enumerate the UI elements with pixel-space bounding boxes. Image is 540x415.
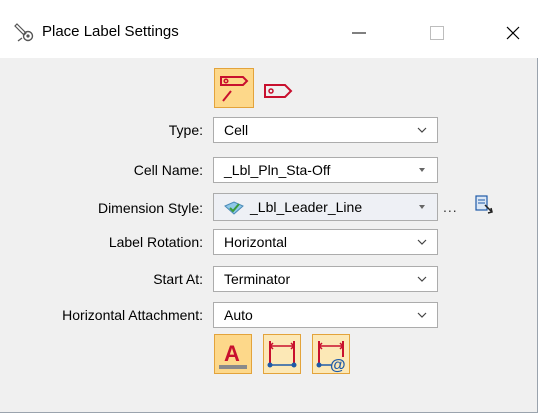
horizontal-attachment-label: Horizontal Attachment: xyxy=(62,307,203,323)
place-label-settings-dialog: Place Label Settings Type: Cell Cell Nam… xyxy=(0,0,538,413)
dimension-at-button[interactable]: @ xyxy=(312,334,350,374)
dimension-icon xyxy=(267,341,297,368)
cell-name-combo[interactable]: _Lbl_Pln_Sta-Off xyxy=(213,157,438,183)
place-label-tag-icon xyxy=(264,84,293,98)
start-at-select[interactable]: Terminator xyxy=(213,266,438,292)
minimize-icon xyxy=(352,32,366,34)
cell-name-value: _Lbl_Pln_Sta-Off xyxy=(224,162,331,178)
label-rotation-select[interactable]: Horizontal xyxy=(213,229,438,255)
svg-text:A: A xyxy=(224,341,240,366)
maximize-button[interactable] xyxy=(414,14,460,52)
dimension-style-label: Dimension Style: xyxy=(97,200,203,216)
dimension-button[interactable] xyxy=(263,334,301,374)
pick-style-icon xyxy=(475,195,493,214)
chevron-down-icon xyxy=(417,239,427,245)
start-at-label: Start At: xyxy=(153,271,203,287)
window-title: Place Label Settings xyxy=(42,23,179,40)
place-label-with-leader-icon xyxy=(220,76,249,102)
place-label-with-leader-button[interactable] xyxy=(214,68,254,108)
dropdown-arrow-icon xyxy=(419,205,425,209)
settings-tools-icon xyxy=(14,22,36,42)
place-label-tag-button[interactable] xyxy=(263,80,293,102)
minimize-button[interactable] xyxy=(336,14,382,52)
title-bar: Place Label Settings xyxy=(0,0,538,58)
close-button[interactable] xyxy=(490,14,536,52)
dimension-at-icon: @ xyxy=(316,341,346,374)
horizontal-attachment-select[interactable]: Auto xyxy=(213,302,438,328)
dimension-style-browse-button[interactable]: ... xyxy=(443,199,458,215)
close-icon xyxy=(506,26,520,40)
type-select[interactable]: Cell xyxy=(213,117,438,143)
dropdown-arrow-icon xyxy=(419,168,425,172)
dimension-style-value: _Lbl_Leader_Line xyxy=(250,199,363,215)
type-label: Type: xyxy=(168,122,203,138)
horizontal-attachment-value: Auto xyxy=(224,307,253,323)
dimension-style-icon xyxy=(224,201,244,215)
chevron-down-icon xyxy=(417,276,427,282)
pick-dimension-style-button[interactable] xyxy=(473,193,495,217)
maximize-icon xyxy=(430,26,444,40)
label-rotation-label: Label Rotation: xyxy=(108,234,203,250)
text-label-button[interactable]: A xyxy=(214,334,252,374)
cell-name-label: Cell Name: xyxy=(133,162,203,178)
start-at-value: Terminator xyxy=(224,271,291,287)
chevron-down-icon xyxy=(417,127,427,133)
dimension-style-combo[interactable]: _Lbl_Leader_Line xyxy=(213,193,438,221)
chevron-down-icon xyxy=(417,312,427,318)
type-value: Cell xyxy=(224,122,249,138)
label-rotation-value: Horizontal xyxy=(224,234,288,250)
text-label-icon: A xyxy=(219,341,247,369)
svg-text:@: @ xyxy=(330,357,346,373)
